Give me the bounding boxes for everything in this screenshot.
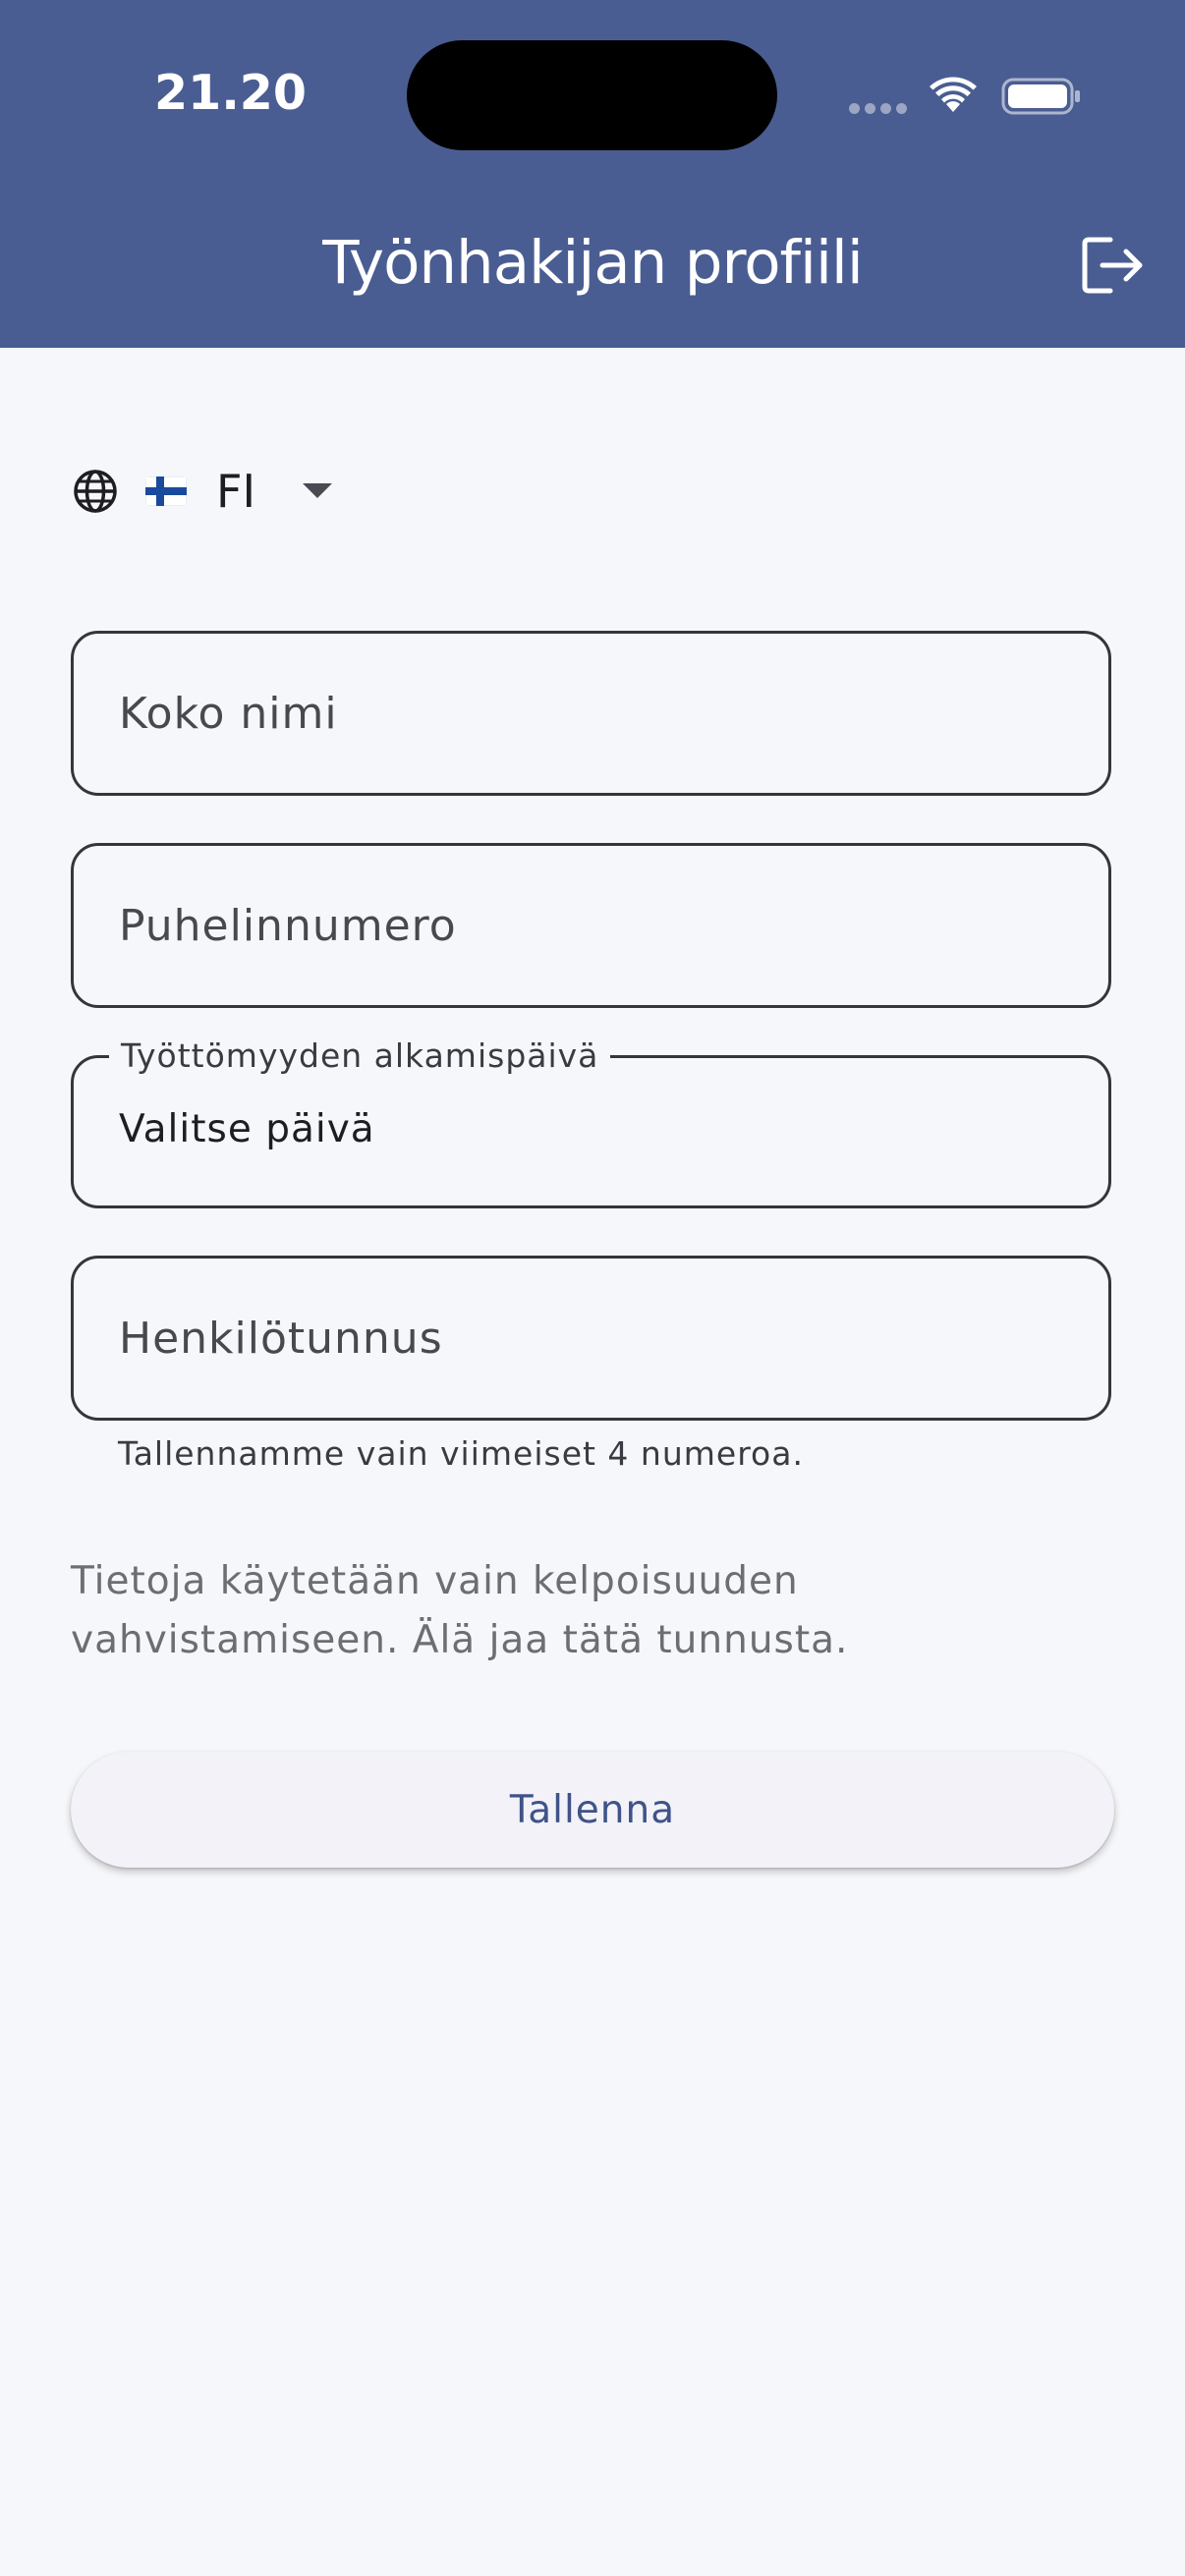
- phone-input[interactable]: [74, 846, 1108, 1005]
- privacy-info-line-2: vahvistamiseen. Älä jaa tätä tunnusta.: [71, 1618, 849, 1662]
- full-name-field[interactable]: [71, 631, 1111, 796]
- date-field-label: Työttömyyden alkamispäivä: [109, 1036, 611, 1076]
- privacy-info-text: Tietoja käytetään vain kelpoisuuden vahv…: [71, 1552, 1053, 1670]
- globe-icon: [74, 470, 117, 513]
- status-time: 21.20: [154, 65, 307, 121]
- date-picker-value[interactable]: Valitse päivä: [119, 1107, 375, 1151]
- logout-icon[interactable]: [1081, 236, 1146, 295]
- app-bar: 21.20 Työnhakijan profiili: [0, 0, 1185, 348]
- page-title: Työnhakijan profiili: [322, 228, 864, 298]
- privacy-info-line-1: Tietoja käytetään vain kelpoisuuden: [71, 1559, 799, 1603]
- wifi-icon: [930, 77, 977, 112]
- finland-flag-icon: [145, 476, 187, 506]
- ssn-input[interactable]: [74, 1259, 1108, 1418]
- signal-icon: [849, 103, 908, 115]
- language-label: FI: [216, 465, 256, 518]
- chevron-down-icon: [303, 483, 333, 498]
- save-button[interactable]: Tallenna: [71, 1752, 1114, 1868]
- dynamic-island: [407, 40, 777, 150]
- full-name-input[interactable]: [74, 634, 1108, 793]
- battery-icon: [1001, 78, 1080, 115]
- ssn-helper-text: Tallennamme vain viimeiset 4 numeroa.: [118, 1434, 804, 1473]
- phone-field[interactable]: [71, 843, 1111, 1008]
- unemployment-start-date-field[interactable]: Työttömyyden alkamispäivä Valitse päivä: [71, 1036, 1111, 1208]
- ssn-field[interactable]: [71, 1256, 1111, 1421]
- language-selector[interactable]: FI: [73, 462, 333, 521]
